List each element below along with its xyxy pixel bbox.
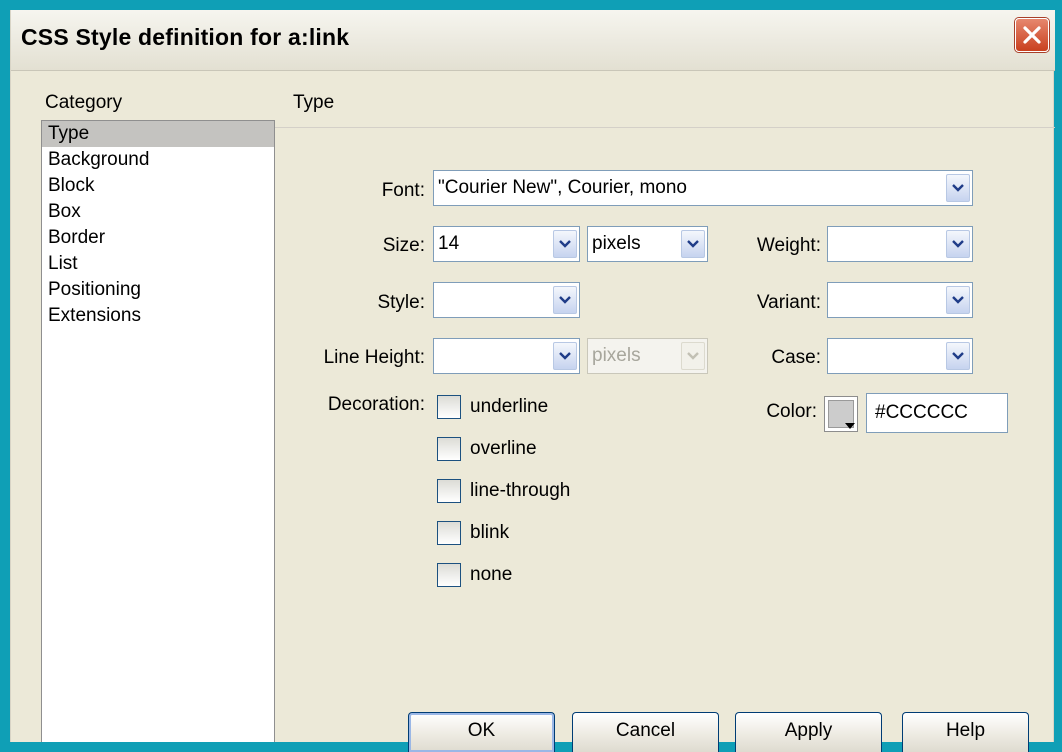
none-checkbox[interactable] [437, 563, 461, 587]
decoration-label: Decoration: [327, 394, 425, 415]
font-select[interactable]: "Courier New", Courier, mono [433, 170, 973, 206]
title-bar[interactable]: CSS Style definition for a:link [11, 10, 1055, 71]
line-height-select[interactable] [433, 338, 580, 374]
category-item-extensions[interactable]: Extensions [42, 303, 274, 329]
line-height-unit-value: pixels [592, 345, 641, 366]
case-label: Case: [771, 347, 821, 368]
overline-label: overline [470, 438, 537, 459]
category-item-type[interactable]: Type [42, 121, 274, 147]
color-input[interactable]: #CCCCCC [866, 393, 1008, 433]
dialog-window: CSS Style definition for a:link Category… [10, 10, 1055, 752]
category-item-background[interactable]: Background [42, 147, 274, 173]
variant-label: Variant: [756, 292, 821, 313]
close-button[interactable] [1015, 18, 1049, 52]
cancel-button[interactable]: Cancel [572, 712, 719, 752]
font-label: Font: [381, 180, 425, 201]
category-item-positioning[interactable]: Positioning [42, 277, 274, 303]
font-value: "Courier New", Courier, mono [438, 177, 687, 198]
none-label: none [470, 564, 513, 585]
overline-checkbox[interactable] [437, 437, 461, 461]
style-label: Style: [377, 292, 425, 313]
color-label: Color: [766, 401, 817, 422]
case-select[interactable] [827, 338, 973, 374]
chevron-down-icon[interactable] [946, 230, 970, 258]
size-unit-value: pixels [592, 233, 641, 254]
weight-select[interactable] [827, 226, 973, 262]
chevron-down-icon[interactable] [553, 342, 577, 370]
ok-button[interactable]: OK [408, 712, 555, 752]
size-select[interactable]: 14 [433, 226, 580, 262]
underline-label: underline [470, 396, 549, 417]
chevron-down-icon[interactable] [553, 230, 577, 258]
weight-label: Weight: [756, 235, 821, 256]
dialog-title: CSS Style definition for a:link [21, 24, 350, 50]
chevron-down-icon[interactable] [946, 286, 970, 314]
color-picker-button[interactable] [824, 396, 858, 432]
category-list[interactable]: Type Background Block Box Border List Po… [41, 120, 275, 742]
blink-checkbox[interactable] [437, 521, 461, 545]
dropdown-arrow-icon [845, 423, 855, 429]
category-item-block[interactable]: Block [42, 173, 274, 199]
close-icon [1023, 26, 1041, 44]
chevron-down-icon [681, 342, 705, 370]
chevron-down-icon[interactable] [946, 174, 970, 202]
section-title: Type [293, 92, 335, 113]
section-divider [275, 127, 1055, 128]
chevron-down-icon[interactable] [946, 342, 970, 370]
underline-checkbox[interactable] [437, 395, 461, 419]
style-select[interactable] [433, 282, 580, 318]
line-through-checkbox[interactable] [437, 479, 461, 503]
line-through-label: line-through [470, 480, 571, 501]
size-label: Size: [382, 235, 425, 256]
variant-select[interactable] [827, 282, 973, 318]
chevron-down-icon[interactable] [681, 230, 705, 258]
line-height-unit-select: pixels [587, 338, 708, 374]
help-button[interactable]: Help [902, 712, 1029, 752]
category-item-list[interactable]: List [42, 251, 274, 277]
category-label: Category [45, 92, 123, 113]
category-item-box[interactable]: Box [42, 199, 274, 225]
size-unit-select[interactable]: pixels [587, 226, 708, 262]
size-value: 14 [438, 233, 460, 254]
apply-button[interactable]: Apply [735, 712, 882, 752]
line-height-label: Line Height: [323, 347, 425, 368]
blink-label: blink [470, 522, 510, 543]
category-item-border[interactable]: Border [42, 225, 274, 251]
chevron-down-icon[interactable] [553, 286, 577, 314]
